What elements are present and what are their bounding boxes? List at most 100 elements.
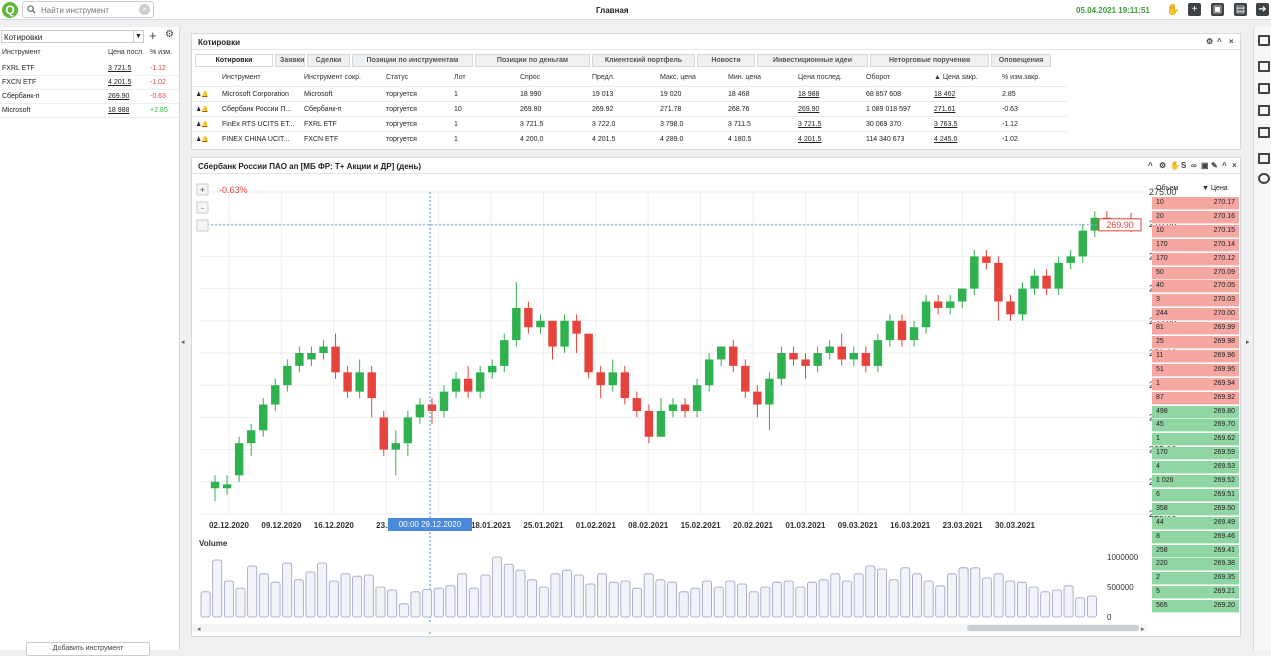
orderbook-row[interactable]: 87 269.92 <box>1152 391 1239 405</box>
gear-icon[interactable] <box>1258 173 1270 184</box>
tab-3[interactable]: Сделки <box>307 54 350 67</box>
watchlist-row[interactable]: Microsoft 18 988 +2.85 <box>0 104 179 118</box>
orderbook-row[interactable]: 50 270.09 <box>1152 266 1239 280</box>
col-header-price[interactable]: Цена посл. <box>108 49 144 56</box>
price-chart[interactable]: 275.00270.00265.00260.00255.00250.00245.… <box>192 174 1240 636</box>
minimize-icon[interactable]: ^ <box>1217 37 1222 46</box>
bell-icon[interactable]: ♟🔔 <box>196 121 209 128</box>
gear-icon[interactable]: ⚙ <box>1206 37 1213 46</box>
watchlist-row[interactable]: Сбербанк-п 269.90 -0.63 <box>0 90 179 104</box>
watchlist-select[interactable]: Котировки ▼ <box>1 30 144 43</box>
hand-icon[interactable]: ✋ <box>1166 3 1180 16</box>
quotes-col-header[interactable]: Цена послед. <box>798 74 842 81</box>
quotes-col-header[interactable]: % изм.закр. <box>1002 74 1040 81</box>
orderbook-row[interactable]: 1 026 269.52 <box>1152 475 1239 488</box>
orderbook-row[interactable]: 1 269.94 <box>1152 377 1239 391</box>
add-icon[interactable]: + <box>149 28 157 43</box>
add-window-button[interactable]: + <box>1188 3 1201 16</box>
orderbook-row[interactable]: 1 269.62 <box>1152 433 1239 447</box>
layout-icon[interactable]: ▣ <box>1201 161 1209 170</box>
portfolio-icon[interactable] <box>1258 127 1270 138</box>
layout-icon[interactable] <box>1258 153 1270 164</box>
orderbook-row[interactable]: 358 269.50 <box>1152 502 1239 516</box>
orderbook-row[interactable]: 170 270.12 <box>1152 252 1239 266</box>
quotes-col-header[interactable]: Статус <box>386 74 408 81</box>
orderbook-row[interactable]: 3 270.03 <box>1152 294 1239 308</box>
orderbook-row[interactable]: 170 269.59 <box>1152 447 1239 461</box>
orderbook-row[interactable]: 220 269.38 <box>1152 558 1239 572</box>
collapse-left-icon[interactable]: ◂ <box>181 338 185 346</box>
minimize-icon[interactable]: ^ <box>1148 161 1153 170</box>
orderbook-row[interactable]: 51 269.95 <box>1152 363 1239 377</box>
orderbook-row[interactable]: 8 269.46 <box>1152 530 1239 544</box>
tab-2[interactable]: Заявки <box>275 54 305 67</box>
tab-7[interactable]: Новости <box>697 54 755 67</box>
quotes-col-header[interactable]: Мин. цена <box>728 74 761 81</box>
quotes-row[interactable]: ♟🔔 FINEX CHINA UCIT... FXCN ETF торгуется 1 4… <box>192 131 1067 146</box>
quotes-col-header[interactable]: Спрос <box>520 74 540 81</box>
orderbook-row[interactable]: 498 269.80 <box>1152 405 1239 419</box>
quotes-row[interactable]: ♟🔔 Microsoft Corporation Microsoft торгуетс… <box>192 86 1067 101</box>
quotes-col-header[interactable]: Лот <box>454 74 466 81</box>
quotes-col-header[interactable]: Инструмент <box>222 74 261 81</box>
ob-col-price[interactable]: ▼ Цена <box>1202 185 1228 192</box>
reports-icon[interactable] <box>1258 83 1270 94</box>
save-icon[interactable]: ▤ <box>1234 3 1247 16</box>
strategy-icon[interactable]: S <box>1181 161 1186 170</box>
close-icon[interactable]: × <box>1229 37 1234 46</box>
messages-icon[interactable] <box>1258 35 1270 46</box>
bell-icon[interactable]: ♟🔔 <box>196 91 209 98</box>
orderbook-row[interactable]: 2 269.35 <box>1152 572 1239 586</box>
tab-6[interactable]: Клиентский портфель <box>592 54 695 67</box>
draw-tool-button[interactable] <box>196 219 209 232</box>
orderbook-row[interactable]: 170 270.14 <box>1152 238 1239 252</box>
orderbook-row[interactable]: 4 269.53 <box>1152 461 1239 475</box>
orderbook-row[interactable]: 6 269.51 <box>1152 488 1239 502</box>
orderbook-row[interactable]: 258 269.41 <box>1152 544 1239 558</box>
add-instrument-button[interactable]: Добавить инструмент <box>26 642 150 656</box>
scroll-left-icon[interactable]: ◂ <box>197 626 201 633</box>
quotes-col-header[interactable]: Макс. цена <box>660 74 696 81</box>
orderbook-row[interactable]: 11 269.96 <box>1152 349 1239 363</box>
quotes-col-header[interactable]: Предл. <box>592 74 615 81</box>
tab-1[interactable]: Котировки <box>195 54 273 67</box>
windows-icon[interactable] <box>1258 61 1270 72</box>
scroll-right-icon[interactable]: ▸ <box>1141 626 1145 633</box>
orderbook-row[interactable]: 5 269.21 <box>1152 586 1239 600</box>
analytics-icon[interactable] <box>1258 105 1270 116</box>
quotes-col-header[interactable]: Оборот <box>866 74 890 81</box>
window-layout-button[interactable]: ▣ <box>1211 3 1224 16</box>
tab-9[interactable]: Неторговые поручения <box>870 54 989 67</box>
ob-col-volume[interactable]: Объем <box>1156 185 1178 192</box>
col-header-instrument[interactable]: Инструмент <box>2 49 41 56</box>
orderbook-row[interactable]: 244 270.00 <box>1152 308 1239 322</box>
collapse-right-icon[interactable]: ▸ <box>1246 338 1250 346</box>
orderbook-row[interactable]: 10 270.17 <box>1152 197 1239 210</box>
watchlist-row[interactable]: FXRL ETF 3 721.5 -1.12 <box>0 62 179 76</box>
quotes-col-header[interactable]: ▲ Цена закр. <box>934 74 978 81</box>
watchlist-row[interactable]: FXCN ETF 4 201.5 -1.02 <box>0 76 179 90</box>
orderbook-row[interactable]: 10 270.15 <box>1152 224 1239 238</box>
close-icon[interactable]: × <box>1232 161 1237 170</box>
gear-icon[interactable]: ⚙ <box>165 29 174 40</box>
tab-8[interactable]: Инвестиционные идеи <box>757 54 868 67</box>
pin-icon[interactable]: ✎ <box>1211 161 1218 170</box>
orderbook-row[interactable]: 45 269.70 <box>1152 419 1239 433</box>
orderbook-row[interactable]: 44 269.49 <box>1152 516 1239 530</box>
orderbook-row[interactable]: 25 269.98 <box>1152 336 1239 349</box>
col-header-change[interactable]: % изм. <box>150 49 172 56</box>
orderbook-row[interactable]: 40 270.05 <box>1152 280 1239 294</box>
quotes-row[interactable]: ♟🔔 Сбербанк России П... Сбербанк-п торгуетс… <box>192 101 1067 116</box>
orderbook-row[interactable]: 20 270.16 <box>1152 210 1239 224</box>
quotes-col-header[interactable]: Инструмент сокр. <box>304 74 361 81</box>
chart-scrollbar-thumb[interactable] <box>967 625 1139 631</box>
tab-4[interactable]: Позиции по инструментам <box>352 54 473 67</box>
tab-10[interactable]: Оповещения <box>991 54 1051 67</box>
bell-icon[interactable]: ♟🔔 <box>196 136 209 143</box>
minimize-icon[interactable]: ^ <box>1222 161 1227 170</box>
tab-5[interactable]: Позиции по деньгам <box>475 54 590 67</box>
link-icon[interactable]: ∞ <box>1191 161 1197 170</box>
orderbook-row[interactable]: 81 269.99 <box>1152 322 1239 336</box>
clear-search-icon[interactable]: × <box>139 4 150 15</box>
bell-icon[interactable]: ♟🔔 <box>196 106 209 113</box>
